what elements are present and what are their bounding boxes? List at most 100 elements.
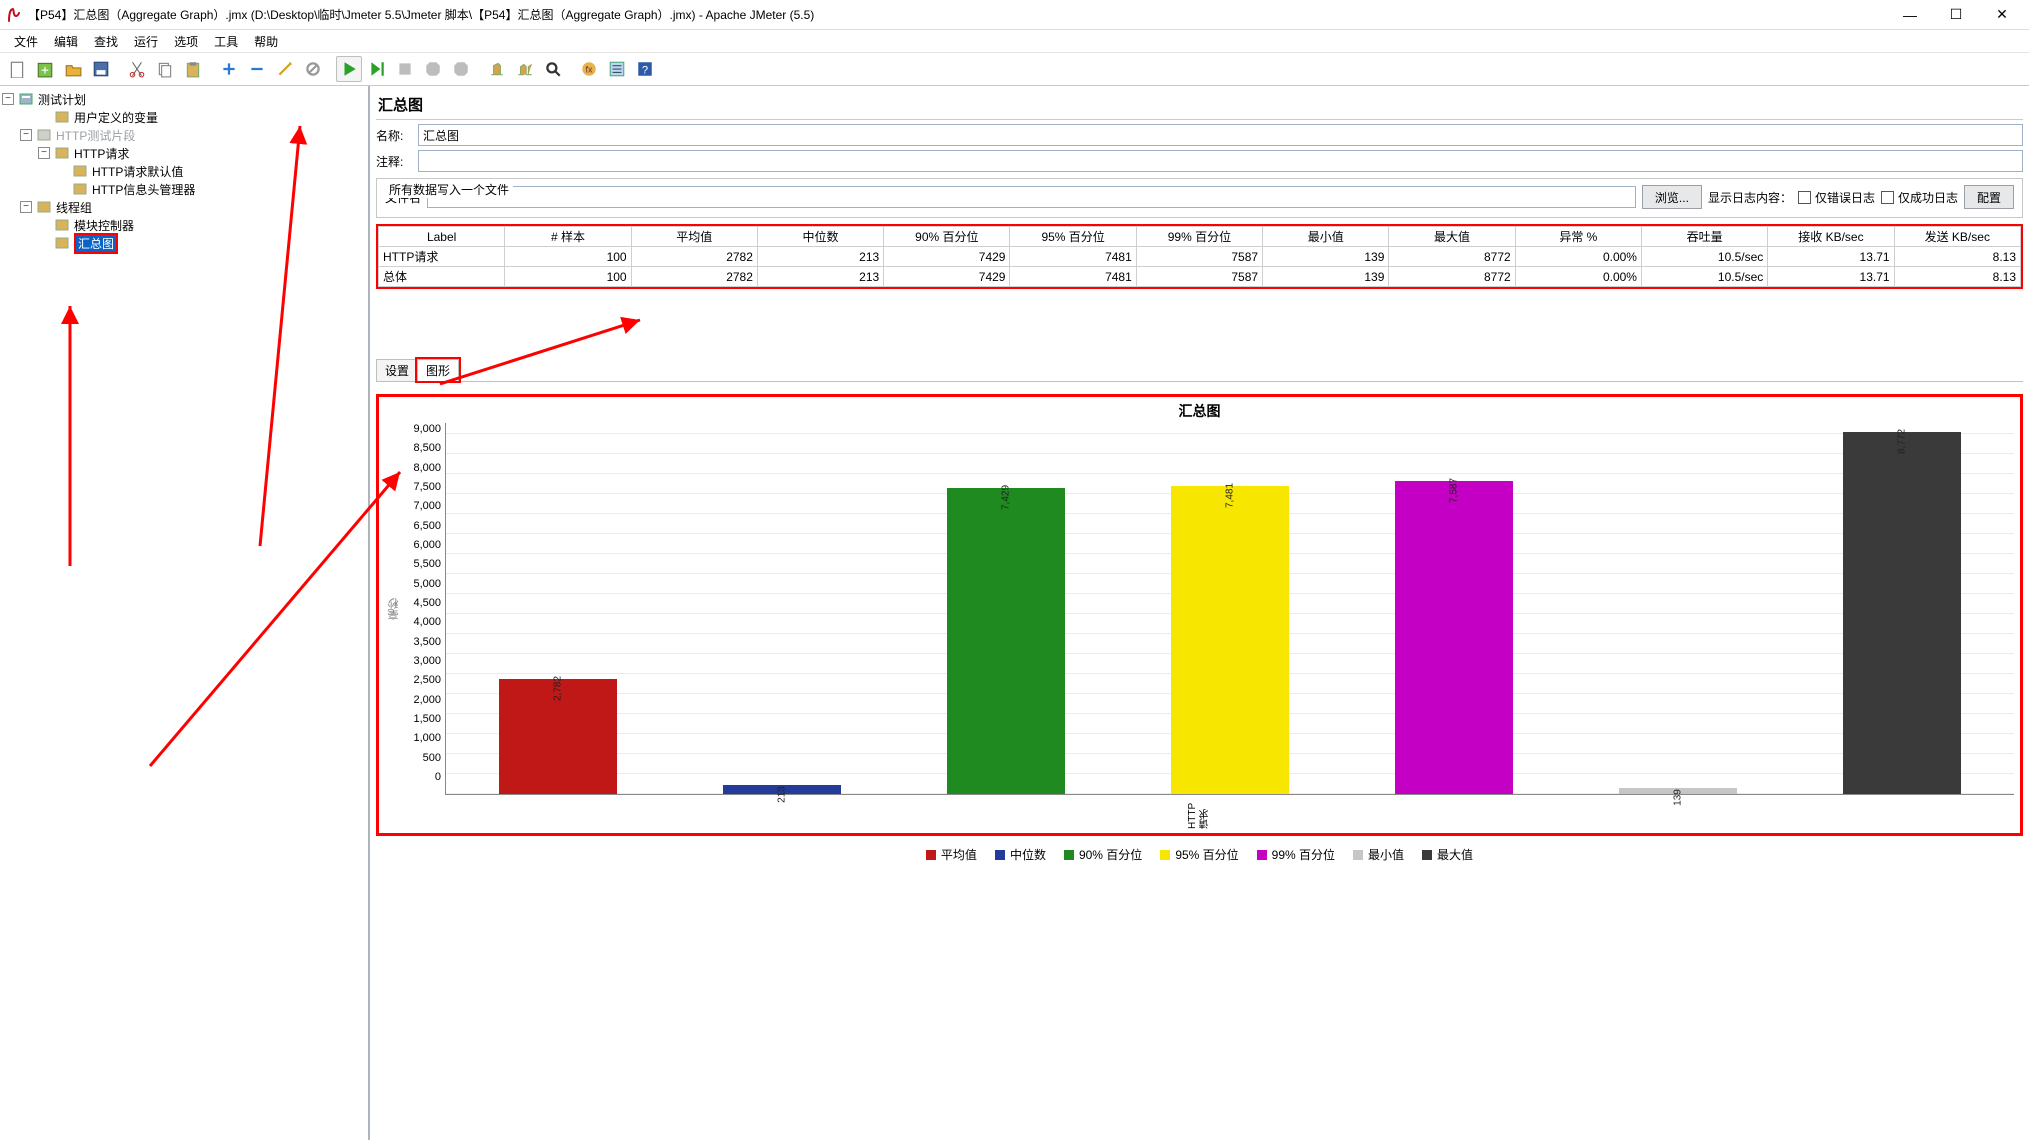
- col-header[interactable]: 异常 %: [1515, 227, 1641, 247]
- window-close[interactable]: ✕: [1979, 0, 2025, 30]
- disable-button[interactable]: [300, 56, 326, 82]
- window-maximize[interactable]: ☐: [1933, 0, 1979, 30]
- legend-item: 99% 百分位: [1257, 846, 1335, 863]
- cell: 0.00%: [1515, 247, 1641, 267]
- annotation-arrow: [60, 306, 90, 569]
- plus-button[interactable]: [216, 56, 242, 82]
- copy-button[interactable]: [152, 56, 178, 82]
- col-header[interactable]: 接收 KB/sec: [1768, 227, 1894, 247]
- file-input[interactable]: [427, 186, 1636, 208]
- y-tick: 1,000: [403, 732, 441, 744]
- cell: 7587: [1136, 267, 1262, 287]
- legend-item: 平均值: [926, 846, 977, 863]
- tree-item[interactable]: 模块控制器: [2, 216, 366, 234]
- shutdown-button[interactable]: [448, 56, 474, 82]
- cut-button[interactable]: [124, 56, 150, 82]
- tree-item[interactable]: − HTTP请求: [2, 144, 366, 162]
- file-group-legend: 所有数据写入一个文件: [385, 181, 513, 198]
- minus-button[interactable]: [244, 56, 270, 82]
- tree-button[interactable]: [604, 56, 630, 82]
- menu-选项[interactable]: 选项: [166, 31, 206, 52]
- legend-item: 最小值: [1353, 846, 1404, 863]
- wand-button[interactable]: [272, 56, 298, 82]
- window-minimize[interactable]: —: [1887, 0, 1933, 30]
- col-header[interactable]: 平均值: [631, 227, 757, 247]
- bar-平均值: 2,782: [446, 423, 670, 794]
- menu-帮助[interactable]: 帮助: [246, 31, 286, 52]
- cell: 8772: [1389, 247, 1515, 267]
- collapse-icon[interactable]: −: [20, 129, 32, 141]
- name-input[interactable]: [418, 124, 2023, 146]
- tree-pane: − 测试计划 用户定义的变量−HTTP测试片段−HTTP请求HTTP请求默认值H…: [0, 86, 370, 1140]
- y-tick: 2,000: [403, 694, 441, 706]
- app-icon: [6, 7, 22, 23]
- tree-item[interactable]: 汇总图: [2, 234, 366, 252]
- menu-工具[interactable]: 工具: [206, 31, 246, 52]
- col-header[interactable]: 最大值: [1389, 227, 1515, 247]
- tree-item[interactable]: 用户定义的变量: [2, 108, 366, 126]
- cell: 7429: [884, 267, 1010, 287]
- node-icon: [54, 109, 70, 125]
- chart-plot: 2,7822137,4297,4817,5871398,772: [445, 423, 2014, 795]
- x-axis-label: HTTP请求: [1187, 795, 1213, 829]
- menu-文件[interactable]: 文件: [6, 31, 46, 52]
- col-header[interactable]: 99% 百分位: [1136, 227, 1262, 247]
- comment-input[interactable]: [418, 150, 2023, 172]
- browse-button[interactable]: 浏览...: [1642, 185, 1702, 209]
- clear-all-button[interactable]: [512, 56, 538, 82]
- tree-item-label: HTTP请求: [74, 145, 129, 162]
- col-header[interactable]: Label: [379, 227, 505, 247]
- cell: 7481: [1010, 247, 1136, 267]
- collapse-icon[interactable]: −: [38, 147, 50, 159]
- menu-运行[interactable]: 运行: [126, 31, 166, 52]
- cell: 2782: [631, 267, 757, 287]
- new-button[interactable]: [4, 56, 30, 82]
- col-header[interactable]: 90% 百分位: [884, 227, 1010, 247]
- success-only-checkbox[interactable]: 仅成功日志: [1881, 189, 1958, 206]
- tree-root-label: 测试计划: [38, 91, 86, 108]
- tree-item-label: HTTP测试片段: [56, 127, 135, 144]
- cell: 100: [505, 267, 631, 287]
- error-only-checkbox[interactable]: 仅错误日志: [1798, 189, 1875, 206]
- open-button[interactable]: [60, 56, 86, 82]
- menu-编辑[interactable]: 编辑: [46, 31, 86, 52]
- tab-graph[interactable]: 图形: [417, 359, 459, 381]
- node-icon: [54, 217, 70, 233]
- tree-item[interactable]: HTTP信息头管理器: [2, 180, 366, 198]
- cell: 100: [505, 247, 631, 267]
- menu-查找[interactable]: 查找: [86, 31, 126, 52]
- tab-settings[interactable]: 设置: [376, 359, 418, 381]
- col-header[interactable]: 发送 KB/sec: [1894, 227, 2020, 247]
- templates-button[interactable]: [32, 56, 58, 82]
- stop-button[interactable]: [392, 56, 418, 82]
- collapse-icon[interactable]: −: [20, 201, 32, 213]
- collapse-icon[interactable]: −: [2, 93, 14, 105]
- table-row[interactable]: 总体100278221374297481758713987720.00%10.5…: [379, 267, 2021, 287]
- config-button[interactable]: 配置: [1964, 185, 2014, 209]
- legend-item: 中位数: [995, 846, 1046, 863]
- tree-item[interactable]: HTTP请求默认值: [2, 162, 366, 180]
- paste-button[interactable]: [180, 56, 206, 82]
- save-button[interactable]: [88, 56, 114, 82]
- col-header[interactable]: 中位数: [757, 227, 883, 247]
- cell: 139: [1263, 247, 1389, 267]
- y-tick: 5,000: [403, 578, 441, 590]
- cell: 213: [757, 267, 883, 287]
- y-tick: 4,500: [403, 597, 441, 609]
- col-header[interactable]: # 样本: [505, 227, 631, 247]
- find-button[interactable]: [540, 56, 566, 82]
- tree-root[interactable]: − 测试计划: [2, 90, 366, 108]
- col-header[interactable]: 95% 百分位: [1010, 227, 1136, 247]
- run-next-button[interactable]: [364, 56, 390, 82]
- stop-hard-button[interactable]: [420, 56, 446, 82]
- tree-item[interactable]: −线程组: [2, 198, 366, 216]
- help-button[interactable]: ?: [632, 56, 658, 82]
- bar-95% 百分位: 7,481: [1118, 423, 1342, 794]
- col-header[interactable]: 吞吐量: [1641, 227, 1767, 247]
- table-row[interactable]: HTTP请求100278221374297481758713987720.00%…: [379, 247, 2021, 267]
- tree-item[interactable]: − HTTP测试片段: [2, 126, 366, 144]
- run-button[interactable]: [336, 56, 362, 82]
- clear-button[interactable]: [484, 56, 510, 82]
- col-header[interactable]: 最小值: [1263, 227, 1389, 247]
- fn-button[interactable]: fx: [576, 56, 602, 82]
